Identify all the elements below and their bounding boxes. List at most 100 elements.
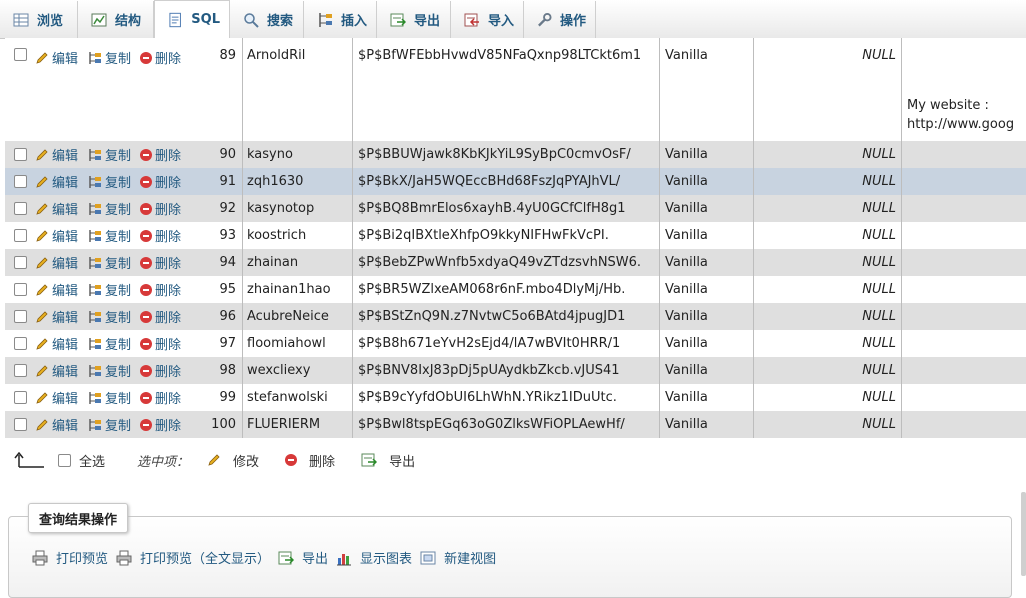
cell-password[interactable]: $P$BQ8BmrElos6xayhB.4yU0GCfClfH8g1	[353, 195, 660, 222]
tab-structure[interactable]: 结构	[78, 1, 154, 38]
bulk-export-button[interactable]: 导出	[361, 451, 415, 470]
copy-link[interactable]: 复制	[87, 48, 131, 67]
delete-link[interactable]: 删除	[140, 48, 181, 67]
cell-group[interactable]: Vanilla	[660, 168, 754, 195]
edit-link[interactable]: 编辑	[35, 48, 78, 67]
copy-link[interactable]: 复制	[87, 280, 131, 299]
tab-browse[interactable]: 浏览	[0, 1, 78, 38]
delete-link[interactable]: 删除	[140, 226, 181, 245]
row-checkbox[interactable]	[14, 229, 27, 242]
delete-link[interactable]: 删除	[140, 307, 181, 326]
cell-name[interactable]: AcubreNeice	[243, 303, 353, 330]
copy-link[interactable]: 复制	[87, 388, 131, 407]
copy-link[interactable]: 复制	[87, 253, 131, 272]
row-checkbox[interactable]	[14, 148, 27, 161]
table-row[interactable]: 编辑 复制 删除 93 koostrich $P$Bi2qIBXtleXhfpO9kkyN…	[5, 222, 1026, 249]
cell-name[interactable]: kasynotop	[243, 195, 353, 222]
cell-group[interactable]: Vanilla	[660, 222, 754, 249]
cell-name[interactable]: ArnoldRil	[243, 38, 353, 141]
cell-null[interactable]: NULL	[754, 384, 902, 411]
cell-password[interactable]: $P$BkX/JaH5WQEccBHd68FszJqPYAJhVL/	[353, 168, 660, 195]
row-checkbox[interactable]	[14, 202, 27, 215]
copy-link[interactable]: 复制	[87, 307, 131, 326]
copy-link[interactable]: 复制	[87, 145, 131, 164]
scrollbar[interactable]	[1021, 492, 1026, 576]
cell-website[interactable]	[902, 141, 1022, 168]
row-checkbox[interactable]	[14, 310, 27, 323]
edit-link[interactable]: 编辑	[35, 388, 78, 407]
cell-null[interactable]: NULL	[754, 141, 902, 168]
edit-link[interactable]: 编辑	[35, 307, 78, 326]
table-row[interactable]: 编辑 复制 删除 94 zhainan $P$BebZPwWnfb5xdyaQ49vZTd…	[5, 249, 1026, 276]
table-row[interactable]: 编辑 复制 删除 92 kasynotop $P$BQ8BmrElos6xayhB.4yU…	[5, 195, 1026, 222]
create-view-button[interactable]: 新建视图	[420, 548, 496, 567]
tab-insert[interactable]: 插入	[304, 1, 377, 38]
bulk-delete-button[interactable]: 删除	[285, 451, 335, 470]
row-checkbox[interactable]	[14, 175, 27, 188]
cell-null[interactable]: NULL	[754, 249, 902, 276]
delete-link[interactable]: 删除	[140, 199, 181, 218]
cell-name[interactable]: FLUERIERM	[243, 411, 353, 438]
copy-link[interactable]: 复制	[87, 361, 131, 380]
export-button[interactable]: 导出	[278, 548, 328, 567]
select-all-checkbox[interactable]	[58, 453, 71, 467]
cell-null[interactable]: NULL	[754, 276, 902, 303]
row-checkbox[interactable]	[14, 364, 27, 377]
cell-password[interactable]: $P$B8h671eYvH2sEjd4/lA7wBVIt0HRR/1	[353, 330, 660, 357]
edit-link[interactable]: 编辑	[35, 253, 78, 272]
tab-search[interactable]: 搜索	[230, 1, 304, 38]
edit-link[interactable]: 编辑	[35, 199, 78, 218]
copy-link[interactable]: 复制	[87, 172, 131, 191]
cell-group[interactable]: Vanilla	[660, 330, 754, 357]
table-row[interactable]: 编辑 复制 删除 89 ArnoldRil $P$BfWFEbbHvwdV85NFaQxn…	[5, 38, 1026, 141]
row-checkbox[interactable]	[14, 256, 27, 269]
table-row[interactable]: 编辑 复制 删除 96 AcubreNeice $P$BStZnQ9N.z7NvtwC5o…	[5, 303, 1026, 330]
row-checkbox[interactable]	[14, 418, 27, 431]
cell-website[interactable]	[902, 276, 1022, 303]
cell-group[interactable]: Vanilla	[660, 411, 754, 438]
cell-website[interactable]	[902, 357, 1022, 384]
cell-password[interactable]: $P$BfWFEbbHvwdV85NFaQxnp98LTCkt6m1	[353, 38, 660, 141]
delete-link[interactable]: 删除	[140, 280, 181, 299]
cell-name[interactable]: zqh1630	[243, 168, 353, 195]
cell-null[interactable]: NULL	[754, 38, 902, 141]
cell-website[interactable]	[902, 411, 1022, 438]
edit-link[interactable]: 编辑	[35, 415, 78, 434]
cell-group[interactable]: Vanilla	[660, 384, 754, 411]
cell-website[interactable]	[902, 384, 1022, 411]
tab-import[interactable]: 导入	[451, 1, 524, 38]
cell-null[interactable]: NULL	[754, 168, 902, 195]
cell-password[interactable]: $P$BStZnQ9N.z7NvtwC5o6BAtd4jpugJD1	[353, 303, 660, 330]
cell-group[interactable]: Vanilla	[660, 141, 754, 168]
cell-password[interactable]: $P$Bi2qIBXtleXhfpO9kkyNIFHwFkVcPI.	[353, 222, 660, 249]
cell-password[interactable]: $P$BNV8IxJ83pDj5pUAydkbZkcb.vJUS41	[353, 357, 660, 384]
cell-null[interactable]: NULL	[754, 195, 902, 222]
table-row[interactable]: 编辑 复制 删除 90 kasyno $P$BBUWjawk8KbKJkYiL9SyBpC…	[5, 141, 1026, 168]
tab-export[interactable]: 导出	[377, 1, 451, 38]
row-checkbox[interactable]	[14, 283, 27, 296]
table-row[interactable]: 编辑 复制 删除 91 zqh1630 $P$BkX/JaH5WQEccBHd68FszJ…	[5, 168, 1026, 195]
cell-name[interactable]: koostrich	[243, 222, 353, 249]
delete-link[interactable]: 删除	[140, 388, 181, 407]
delete-link[interactable]: 删除	[140, 334, 181, 353]
cell-null[interactable]: NULL	[754, 330, 902, 357]
tab-sql[interactable]: SQL	[154, 0, 230, 38]
cell-null[interactable]: NULL	[754, 303, 902, 330]
cell-name[interactable]: zhainan1hao	[243, 276, 353, 303]
delete-link[interactable]: 删除	[140, 253, 181, 272]
cell-group[interactable]: Vanilla	[660, 38, 754, 141]
copy-link[interactable]: 复制	[87, 334, 131, 353]
edit-link[interactable]: 编辑	[35, 145, 78, 164]
cell-password[interactable]: $P$BebZPwWnfb5xdyaQ49vZTdzsvhNSW6.	[353, 249, 660, 276]
cell-group[interactable]: Vanilla	[660, 303, 754, 330]
cell-group[interactable]: Vanilla	[660, 357, 754, 384]
table-row[interactable]: 编辑 复制 删除 100 FLUERIERM $P$Bwl8tspEGq63oG0Zlks…	[5, 411, 1026, 438]
display-chart-button[interactable]: 显示图表	[336, 548, 412, 567]
table-row[interactable]: 编辑 复制 删除 95 zhainan1hao $P$BR5WZlxeAM068r6nF.…	[5, 276, 1026, 303]
edit-link[interactable]: 编辑	[35, 361, 78, 380]
cell-website[interactable]	[902, 330, 1022, 357]
cell-password[interactable]: $P$Bwl8tspEGq63oG0ZlksWFiOPLAewHf/	[353, 411, 660, 438]
cell-password[interactable]: $P$BBUWjawk8KbKJkYiL9SyBpC0cmvOsF/	[353, 141, 660, 168]
tab-operations[interactable]: 操作	[524, 1, 596, 38]
cell-name[interactable]: stefanwolski	[243, 384, 353, 411]
